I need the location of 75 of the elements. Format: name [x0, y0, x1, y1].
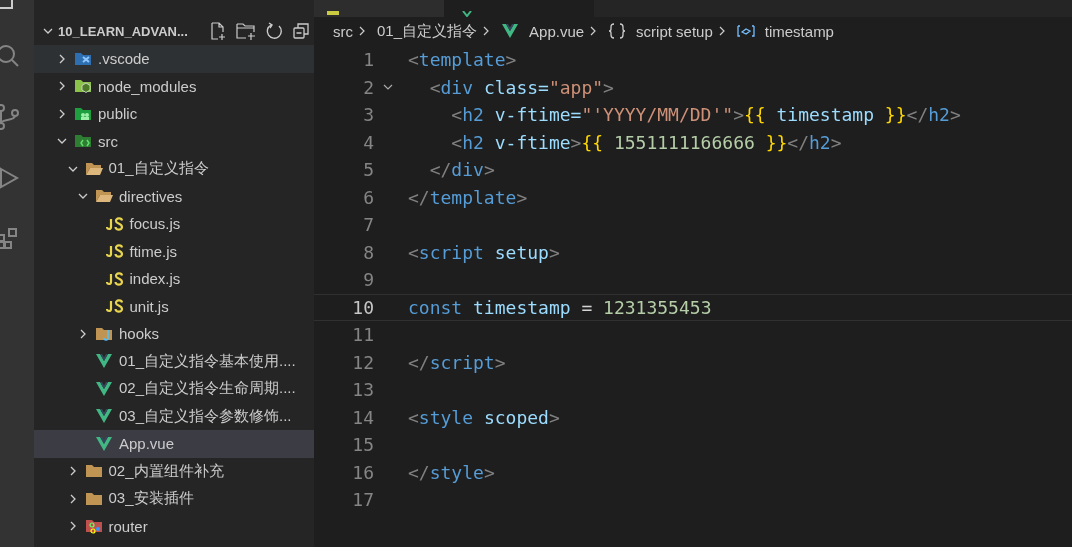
extensions-icon[interactable]	[0, 226, 20, 250]
vue-icon	[501, 23, 520, 39]
line-number: 7	[362, 214, 374, 236]
js-file-icon	[105, 216, 124, 231]
code-line: <div class="app">	[428, 76, 614, 98]
file-tree-item[interactable]: focus.js	[34, 210, 314, 238]
breadcrumb-item[interactable]: App.vue	[529, 22, 585, 40]
file-tree-item[interactable]: 02_内置组件补充	[34, 457, 314, 485]
code-line: <template>	[408, 49, 517, 71]
file-tree-item[interactable]: 03_自定义指令参数修饰...	[34, 402, 314, 430]
file-tree-item[interactable]: hooks	[34, 320, 314, 348]
file-tree-item[interactable]: public	[34, 100, 314, 128]
breadcrumb-item[interactable]: timestamp	[764, 22, 834, 40]
breadcrumb-item[interactable]: 01_自定义指令	[377, 21, 478, 41]
editor-tab[interactable]	[314, 0, 444, 17]
variable-icon	[736, 24, 755, 38]
line-number: 13	[351, 379, 374, 401]
breadcrumb-item[interactable]: script setup	[636, 22, 713, 40]
file-tree-item[interactable]: src	[34, 127, 314, 155]
line-number: 17	[351, 489, 374, 511]
file-tree-item[interactable]: 01_自定义指令基本使用....	[34, 347, 314, 375]
code-line: <h2 v-ftime>{{ 1551111166666 }}</h2>	[450, 131, 842, 153]
project-title[interactable]: 10_LEARN_ADVAN...	[58, 23, 200, 39]
breadcrumb-item[interactable]: src	[333, 22, 353, 40]
line-number: 8	[362, 241, 374, 263]
vue-icon	[95, 408, 113, 425]
code-line: </div>	[428, 159, 495, 181]
line-number: 10	[351, 296, 374, 318]
line-number: 11	[351, 324, 374, 346]
code-line: const timestamp = 1231355453	[408, 296, 712, 318]
collapse-all-icon[interactable]	[292, 22, 310, 40]
refresh-icon[interactable]	[265, 22, 283, 40]
search-icon[interactable]	[0, 44, 20, 68]
line-number: 4	[362, 131, 374, 153]
line-number: 15	[351, 434, 374, 456]
code-line: <script setup>	[408, 241, 560, 263]
new-folder-icon[interactable]	[236, 22, 256, 40]
line-number: 6	[362, 186, 374, 208]
file-tree-item[interactable]: App.vue	[34, 430, 314, 458]
chevron-right-icon	[357, 25, 367, 37]
line-number: 16	[351, 461, 374, 483]
code-line: <style scoped>	[408, 406, 560, 428]
line-number: 3	[362, 104, 374, 126]
line-number: 14	[351, 406, 374, 428]
file-tree-item[interactable]: 02_自定义指令生命周期....	[34, 375, 314, 403]
file-tree-item[interactable]: unit.js	[34, 292, 314, 320]
node-folder-icon	[74, 77, 92, 96]
file-tree-item[interactable]: .vscode	[34, 45, 314, 73]
code-line: </script>	[408, 351, 506, 373]
new-file-icon[interactable]	[209, 22, 227, 40]
file-tree-item[interactable]: router	[34, 512, 314, 540]
js-file-icon	[105, 271, 124, 286]
line-number: 5	[362, 159, 374, 181]
file-tree-item[interactable]: 01_自定义指令	[34, 155, 314, 183]
source-control-icon[interactable]	[0, 104, 20, 130]
vue-icon	[95, 353, 113, 370]
code-line: <h2 v-ftime="'YYYY/MM/DD'">{{ timestamp }}</h2>	[450, 104, 961, 126]
js-file-icon	[105, 299, 124, 314]
file-tree-item[interactable]: index.js	[34, 265, 314, 293]
file-tree-item[interactable]: 03_安装插件	[34, 485, 314, 513]
line-number: 12	[351, 351, 374, 373]
line-number: 9	[362, 269, 374, 291]
line-number: 2	[362, 76, 374, 98]
line-number: 1	[362, 49, 374, 71]
code-line: </template>	[408, 186, 528, 208]
router-folder-icon	[84, 517, 103, 536]
js-file-icon	[105, 244, 124, 259]
vue-icon	[95, 435, 113, 452]
run-debug-icon[interactable]	[0, 166, 20, 190]
file-tree-item[interactable]: ftime.js	[34, 237, 314, 265]
code-line: </style>	[408, 461, 495, 483]
braces-icon	[608, 23, 627, 39]
vue-icon	[95, 380, 113, 397]
file-tree-item[interactable]: directives	[34, 182, 314, 210]
file-tree-item[interactable]: node_modules	[34, 72, 314, 100]
